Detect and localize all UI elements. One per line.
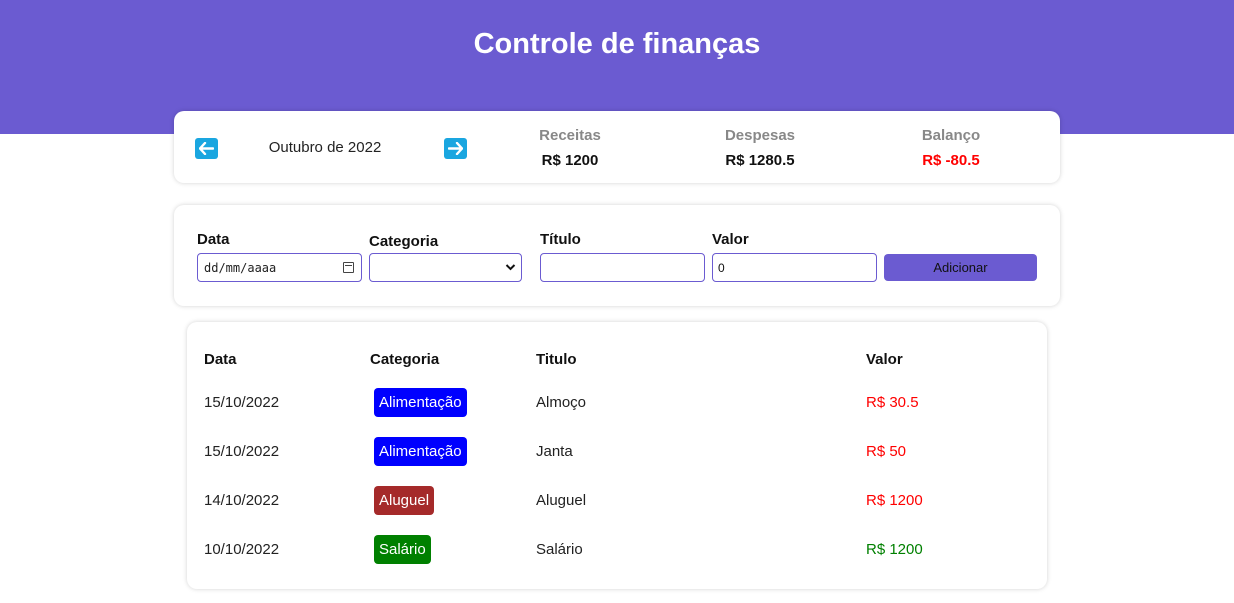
value-input-text: 0: [718, 260, 725, 275]
category-badge: Alimentação: [374, 388, 467, 417]
row-date: 15/10/2022: [204, 443, 280, 460]
next-month-button[interactable]: [444, 138, 467, 159]
row-date: 10/10/2022: [204, 541, 280, 558]
balance-value: R$ -80.5: [922, 152, 980, 169]
row-date: 14/10/2022: [204, 492, 280, 509]
value-label: Valor: [712, 231, 749, 248]
add-button[interactable]: Adicionar: [884, 254, 1037, 281]
row-title: Aluguel: [536, 492, 587, 509]
date-input[interactable]: dd/mm/aaaa: [197, 253, 362, 282]
category-select[interactable]: [369, 253, 522, 282]
income-summary: Receitas R$ 1200: [490, 127, 650, 169]
balance-summary: Balanço R$ -80.5: [871, 127, 1031, 169]
income-value: R$ 1200: [541, 152, 599, 169]
transactions-table: Data Categoria Titulo Valor 15/10/2022 A…: [187, 322, 1047, 589]
table-row: 14/10/2022 Aluguel Aluguel R$ 1200: [187, 486, 1047, 516]
category-badge: Aluguel: [374, 486, 435, 515]
header-value: Valor: [866, 351, 903, 368]
title-input[interactable]: [540, 253, 705, 282]
row-value: R$ 1200: [866, 492, 923, 509]
table-row: 15/10/2022 Alimentação Janta R$ 50: [187, 437, 1047, 467]
info-card: Outubro de 2022 Receitas R$ 1200 Despesa…: [174, 111, 1060, 183]
row-value: R$ 1200: [866, 541, 923, 558]
expense-summary: Despesas R$ 1280.5: [680, 127, 840, 169]
category-badge: Alimentação: [374, 437, 467, 466]
date-placeholder: dd/mm/aaaa: [204, 260, 277, 275]
table-row: 10/10/2022 Salário Salário R$ 1200: [187, 535, 1047, 565]
calendar-icon[interactable]: [343, 262, 354, 273]
prev-month-button[interactable]: [195, 138, 218, 159]
row-title: Salário: [536, 541, 583, 558]
date-label: Data: [197, 231, 230, 248]
income-label: Receitas: [539, 127, 601, 144]
row-title: Almoço: [536, 394, 587, 411]
row-value: R$ 30.5: [866, 394, 919, 411]
row-title: Janta: [536, 443, 573, 460]
row-date: 15/10/2022: [204, 394, 280, 411]
value-input[interactable]: 0: [712, 253, 877, 282]
arrow-right-icon: [448, 142, 463, 155]
category-badge: Salário: [374, 535, 431, 564]
header-category: Categoria: [370, 351, 440, 368]
month-label: Outubro de 2022: [268, 139, 382, 156]
header-title: Titulo: [536, 351, 577, 368]
entry-form: Data dd/mm/aaaa Categoria Título Valor 0…: [174, 205, 1060, 306]
arrow-left-icon: [199, 142, 214, 155]
expense-value: R$ 1280.5: [725, 152, 795, 169]
table-row: 15/10/2022 Alimentação Almoço R$ 30.5: [187, 388, 1047, 418]
row-value: R$ 50: [866, 443, 907, 460]
header-date: Data: [204, 351, 237, 368]
title-label: Título: [540, 231, 581, 248]
expense-label: Despesas: [724, 127, 796, 144]
category-label: Categoria: [369, 233, 439, 250]
chevron-down-icon: [505, 264, 516, 271]
app-title: Controle de finanças: [473, 28, 761, 60]
balance-label: Balanço: [921, 127, 981, 144]
